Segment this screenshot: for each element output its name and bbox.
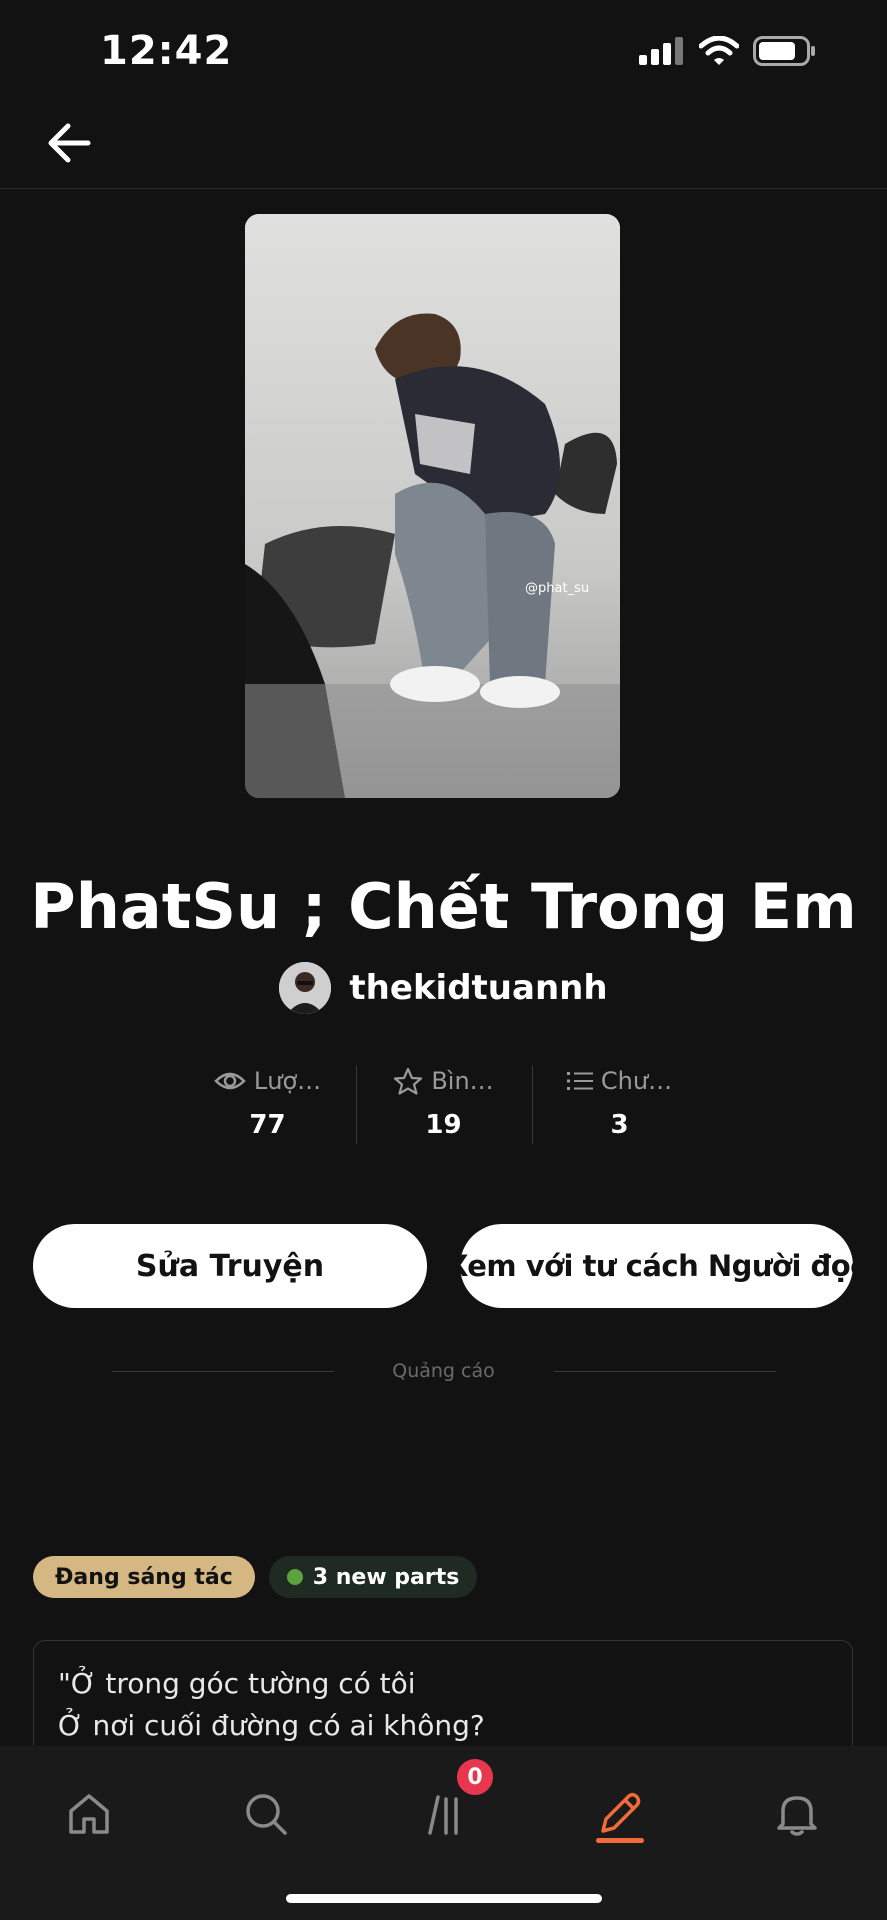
- cover-watermark: @phat_su: [525, 581, 589, 596]
- status-badge: Đang sáng tác: [33, 1556, 255, 1598]
- description-line-1: "Ở trong góc tường có tôi: [58, 1667, 416, 1700]
- search-icon: [246, 1794, 287, 1835]
- view-as-reader-button[interactable]: Xem với tư cách Người đọc: [446, 1224, 867, 1308]
- bell-icon: [777, 1796, 817, 1836]
- wifi-icon: [699, 36, 739, 65]
- new-parts-badge: 3 new parts: [268, 1556, 478, 1598]
- stat-reads-value: 77: [249, 1110, 286, 1140]
- stat-reads: Lượ… 77: [180, 1062, 356, 1140]
- status-time: 12:42: [100, 28, 233, 74]
- tab-notifications[interactable]: [752, 1774, 842, 1854]
- ad-divider: Quảng cáo: [0, 1358, 887, 1388]
- active-tab-indicator: [596, 1838, 644, 1843]
- story-description[interactable]: "Ở trong góc tường có tôi Ở nơi cuối đườ…: [33, 1640, 853, 1760]
- story-stats: Lượ… 77 Bìn… 19 Chư… 3: [0, 1062, 887, 1144]
- ad-divider-line-right: [554, 1371, 776, 1372]
- cellular-signal-icon: [639, 37, 683, 65]
- author-name[interactable]: thekidtuannh: [349, 968, 607, 1008]
- story-badges: Đang sáng tác 3 new parts: [33, 1556, 478, 1598]
- story-cover-image: @phat_su: [245, 214, 620, 798]
- edit-story-button[interactable]: Sửa Truyện: [33, 1224, 427, 1308]
- stat-parts: Chư… 3: [531, 1062, 708, 1144]
- pencil-icon: [601, 1792, 641, 1833]
- stat-parts-value: 3: [610, 1110, 629, 1140]
- home-indicator[interactable]: [286, 1894, 602, 1903]
- library-notification-badge: 0: [454, 1756, 496, 1798]
- library-icon: [428, 1795, 458, 1835]
- stat-votes-label: Bìn…: [431, 1067, 494, 1095]
- list-icon: [566, 1072, 593, 1090]
- author-row[interactable]: thekidtuannh: [0, 962, 887, 1014]
- arrow-left-icon: [48, 123, 91, 163]
- new-parts-label: 3 new parts: [312, 1564, 460, 1590]
- eye-icon: [214, 1072, 246, 1090]
- status-icons: [639, 36, 817, 66]
- stat-reads-label: Lượ…: [253, 1067, 322, 1095]
- status-bar: 12:42: [0, 0, 887, 100]
- star-icon: [394, 1067, 423, 1095]
- stat-votes: Bìn… 19: [355, 1062, 532, 1144]
- stat-parts-label: Chư…: [600, 1067, 673, 1095]
- new-parts-dot: [286, 1569, 303, 1585]
- home-icon: [69, 1794, 109, 1834]
- story-title: PhatSu ; Chết Trong Em: [30, 870, 857, 943]
- description-line-2: Ở nơi cuối đường có ai không?: [58, 1709, 485, 1742]
- battery-icon: [753, 36, 815, 66]
- top-nav-bar: [0, 100, 887, 189]
- author-avatar[interactable]: [279, 962, 332, 1014]
- back-button[interactable]: [44, 118, 104, 168]
- stat-votes-value: 19: [425, 1110, 462, 1140]
- tab-search[interactable]: [221, 1774, 311, 1854]
- tab-home[interactable]: [44, 1774, 134, 1854]
